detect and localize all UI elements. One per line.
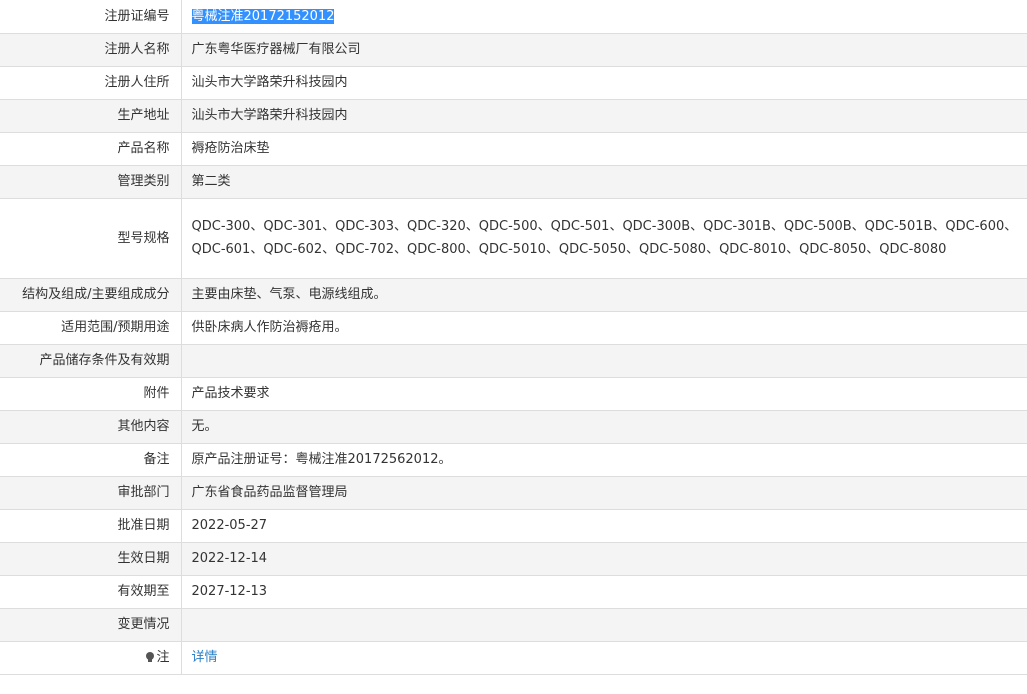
row-approval-department: 审批部门 广东省食品药品监督管理局 <box>0 476 1027 510</box>
row-label: 结构及组成/主要组成成分 <box>0 278 182 312</box>
row-value: 汕头市大学路荣升科技园内 <box>181 66 1027 100</box>
row-label: 型号规格 <box>0 198 182 279</box>
row-label: 有效期至 <box>0 575 182 609</box>
row-value: 供卧床病人作防治褥疮用。 <box>181 311 1027 345</box>
row-label: 审批部门 <box>0 476 182 510</box>
row-remarks: 备注 原产品注册证号：粤械注准20172562012。 <box>0 443 1027 477</box>
row-label: 备注 <box>0 443 182 477</box>
row-label: 生产地址 <box>0 99 182 133</box>
row-value: 褥疮防治床垫 <box>181 132 1027 166</box>
row-value: 2022-05-27 <box>181 509 1027 543</box>
registration-detail-table: 注册证编号 粤械注准20172152012 注册人名称 广东粤华医疗器械厂有限公… <box>0 0 1027 675</box>
row-other-content: 其他内容 无。 <box>0 410 1027 444</box>
row-effective-date: 生效日期 2022-12-14 <box>0 542 1027 576</box>
row-approval-date: 批准日期 2022-05-27 <box>0 509 1027 543</box>
row-value: QDC-300、QDC-301、QDC-303、QDC-320、QDC-500、… <box>181 198 1027 279</box>
row-label: 注册证编号 <box>0 0 182 34</box>
row-label: 产品储存条件及有效期 <box>0 344 182 378</box>
row-intended-use: 适用范围/预期用途 供卧床病人作防治褥疮用。 <box>0 311 1027 345</box>
row-value: 2022-12-14 <box>181 542 1027 576</box>
row-label: 生效日期 <box>0 542 182 576</box>
row-structure-composition: 结构及组成/主要组成成分 主要由床垫、气泵、电源线组成。 <box>0 278 1027 312</box>
row-management-category: 管理类别 第二类 <box>0 165 1027 199</box>
row-note: 注 详情 <box>0 641 1027 675</box>
selected-registration-number[interactable]: 粤械注准20172152012 <box>191 8 335 24</box>
row-production-address: 生产地址 汕头市大学路荣升科技园内 <box>0 99 1027 133</box>
row-label: 注册人住所 <box>0 66 182 100</box>
row-label: 注 <box>0 641 182 675</box>
row-value[interactable]: 粤械注准20172152012 <box>181 0 1027 34</box>
row-value: 原产品注册证号：粤械注准20172562012。 <box>181 443 1027 477</box>
row-value: 第二类 <box>181 165 1027 199</box>
row-label: 管理类别 <box>0 165 182 199</box>
row-product-name: 产品名称 褥疮防治床垫 <box>0 132 1027 166</box>
row-value: 广东粤华医疗器械厂有限公司 <box>181 33 1027 67</box>
row-label: 批准日期 <box>0 509 182 543</box>
row-value: 2027-12-13 <box>181 575 1027 609</box>
row-model-specification: 型号规格 QDC-300、QDC-301、QDC-303、QDC-320、QDC… <box>0 198 1027 279</box>
row-value: 主要由床垫、气泵、电源线组成。 <box>181 278 1027 312</box>
lightbulb-icon <box>146 652 155 662</box>
row-label: 变更情况 <box>0 608 182 642</box>
row-value <box>181 344 1027 378</box>
row-label: 注册人名称 <box>0 33 182 67</box>
details-link[interactable]: 详情 <box>192 650 218 665</box>
row-value: 广东省食品药品监督管理局 <box>181 476 1027 510</box>
row-valid-until: 有效期至 2027-12-13 <box>0 575 1027 609</box>
row-label: 适用范围/预期用途 <box>0 311 182 345</box>
row-value <box>181 608 1027 642</box>
row-value: 产品技术要求 <box>181 377 1027 411</box>
note-label: 注 <box>156 650 170 665</box>
row-value: 汕头市大学路荣升科技园内 <box>181 99 1027 133</box>
row-value: 详情 <box>181 641 1027 675</box>
row-registration-number: 注册证编号 粤械注准20172152012 <box>0 0 1027 34</box>
row-storage-conditions: 产品储存条件及有效期 <box>0 344 1027 378</box>
row-value: 无。 <box>181 410 1027 444</box>
row-attachments: 附件 产品技术要求 <box>0 377 1027 411</box>
row-registrant-address: 注册人住所 汕头市大学路荣升科技园内 <box>0 66 1027 100</box>
row-change-history: 变更情况 <box>0 608 1027 642</box>
row-registrant-name: 注册人名称 广东粤华医疗器械厂有限公司 <box>0 33 1027 67</box>
row-label: 其他内容 <box>0 410 182 444</box>
row-label: 产品名称 <box>0 132 182 166</box>
row-label: 附件 <box>0 377 182 411</box>
